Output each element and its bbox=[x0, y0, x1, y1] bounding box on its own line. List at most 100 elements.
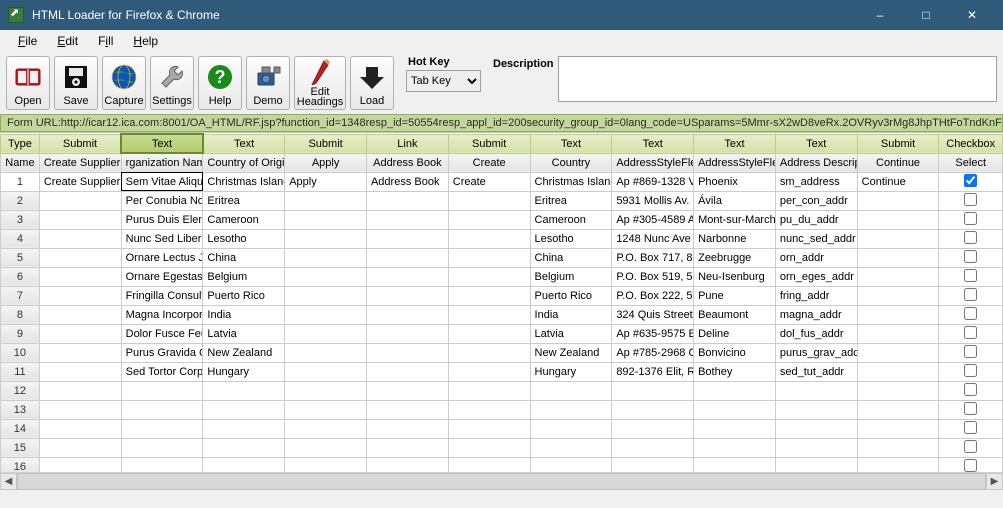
grid-cell[interactable] bbox=[366, 400, 448, 419]
grid-cell[interactable] bbox=[612, 438, 694, 457]
grid-cell[interactable] bbox=[285, 343, 367, 362]
grid-cell[interactable]: Ap #785-2968 C bbox=[612, 343, 694, 362]
grid-cell[interactable]: Dolor Fusce Feu bbox=[121, 324, 203, 343]
grid-cell[interactable] bbox=[366, 267, 448, 286]
select-checkbox-cell[interactable] bbox=[939, 419, 1003, 438]
grid-cell[interactable]: Christmas Island bbox=[530, 172, 612, 191]
row-number[interactable]: 9 bbox=[1, 324, 40, 343]
scroll-left-arrow[interactable]: ◀ bbox=[0, 473, 17, 490]
grid-cell[interactable] bbox=[39, 210, 121, 229]
select-checkbox-cell[interactable] bbox=[939, 286, 1003, 305]
grid-cell[interactable] bbox=[121, 400, 203, 419]
table-row[interactable]: 8Magna IncorporIndiaIndia324 Quis Street… bbox=[1, 305, 1003, 324]
grid-cell[interactable] bbox=[39, 267, 121, 286]
select-checkbox[interactable] bbox=[964, 421, 977, 434]
grid-cell[interactable] bbox=[366, 343, 448, 362]
grid-cell[interactable] bbox=[366, 438, 448, 457]
row-number[interactable]: 1 bbox=[1, 172, 40, 191]
row-number[interactable]: 8 bbox=[1, 305, 40, 324]
row-number[interactable]: 15 bbox=[1, 438, 40, 457]
grid-cell[interactable]: New Zealand bbox=[530, 343, 612, 362]
grid-cell[interactable] bbox=[530, 381, 612, 400]
column-name-header[interactable]: Name bbox=[1, 153, 40, 172]
grid-cell[interactable]: sed_tut_addr bbox=[775, 362, 857, 381]
grid-cell[interactable] bbox=[448, 400, 530, 419]
grid-cell[interactable]: Sed Tortor Corp bbox=[121, 362, 203, 381]
row-number[interactable]: 3 bbox=[1, 210, 40, 229]
menu-fill[interactable]: Fill bbox=[90, 32, 121, 50]
grid-cell[interactable] bbox=[285, 438, 367, 457]
column-type-header[interactable]: Submit bbox=[448, 134, 530, 153]
grid-cell[interactable]: Latvia bbox=[203, 324, 285, 343]
column-name-header[interactable]: Address Book bbox=[366, 153, 448, 172]
grid-cell[interactable]: Puerto Rico bbox=[530, 286, 612, 305]
grid-cell[interactable] bbox=[39, 343, 121, 362]
grid-cell[interactable] bbox=[285, 191, 367, 210]
grid-cell[interactable]: Phoenix bbox=[694, 172, 776, 191]
grid-cell[interactable] bbox=[285, 229, 367, 248]
horizontal-scrollbar[interactable]: ◀ ▶ bbox=[0, 472, 1003, 489]
grid-cell[interactable]: Cameroon bbox=[530, 210, 612, 229]
select-checkbox-cell[interactable] bbox=[939, 172, 1003, 191]
grid-cell[interactable]: magna_addr bbox=[775, 305, 857, 324]
column-type-header[interactable]: Text bbox=[694, 134, 776, 153]
grid-cell[interactable] bbox=[857, 210, 939, 229]
table-row[interactable]: 5Ornare Lectus JChinaChinaP.O. Box 717, … bbox=[1, 248, 1003, 267]
grid-cell[interactable]: Eritrea bbox=[530, 191, 612, 210]
grid-cell[interactable] bbox=[448, 381, 530, 400]
help-button[interactable]: ? Help bbox=[198, 56, 242, 110]
column-name-header[interactable]: Country bbox=[530, 153, 612, 172]
grid-cell[interactable] bbox=[121, 438, 203, 457]
grid-cell[interactable] bbox=[530, 400, 612, 419]
grid-cell[interactable]: Nunc Sed Liberc bbox=[121, 229, 203, 248]
grid-cell[interactable] bbox=[857, 248, 939, 267]
grid-cell[interactable] bbox=[121, 381, 203, 400]
grid-cell[interactable]: purus_grav_addr bbox=[775, 343, 857, 362]
grid-cell[interactable] bbox=[285, 419, 367, 438]
select-checkbox[interactable] bbox=[964, 364, 977, 377]
grid-cell[interactable]: sm_address bbox=[775, 172, 857, 191]
grid-cell[interactable]: Ornare Egestas bbox=[121, 267, 203, 286]
column-name-header[interactable]: Create Supplier bbox=[39, 153, 121, 172]
grid-cell[interactable] bbox=[285, 362, 367, 381]
column-type-header[interactable]: Link bbox=[366, 134, 448, 153]
maximize-button[interactable]: □ bbox=[903, 0, 949, 30]
grid-cell[interactable] bbox=[448, 438, 530, 457]
grid-cell[interactable] bbox=[694, 381, 776, 400]
grid-cell[interactable] bbox=[857, 419, 939, 438]
column-type-header[interactable]: Submit bbox=[857, 134, 939, 153]
grid-cell[interactable]: nunc_sed_addr bbox=[775, 229, 857, 248]
grid-cell[interactable] bbox=[285, 400, 367, 419]
table-row[interactable]: 2Per Conubia NoEritreaEritrea5931 Mollis… bbox=[1, 191, 1003, 210]
open-button[interactable]: Open bbox=[6, 56, 50, 110]
grid-cell[interactable]: Apply bbox=[285, 172, 367, 191]
grid-cell[interactable]: Latvia bbox=[530, 324, 612, 343]
table-row[interactable]: 9Dolor Fusce FeuLatviaLatviaAp #635-9575… bbox=[1, 324, 1003, 343]
grid-cell[interactable] bbox=[39, 400, 121, 419]
select-checkbox-cell[interactable] bbox=[939, 267, 1003, 286]
select-checkbox-cell[interactable] bbox=[939, 248, 1003, 267]
grid-cell[interactable] bbox=[448, 419, 530, 438]
column-name-header[interactable]: Create bbox=[448, 153, 530, 172]
row-number[interactable]: 7 bbox=[1, 286, 40, 305]
select-checkbox[interactable] bbox=[964, 212, 977, 225]
column-type-header[interactable]: Text bbox=[121, 134, 203, 153]
grid-cell[interactable]: Lesotho bbox=[203, 229, 285, 248]
save-button[interactable]: Save bbox=[54, 56, 98, 110]
grid-cell[interactable] bbox=[694, 419, 776, 438]
select-checkbox[interactable] bbox=[964, 459, 977, 472]
grid-cell[interactable]: P.O. Box 717, 8 bbox=[612, 248, 694, 267]
row-number[interactable]: 5 bbox=[1, 248, 40, 267]
column-type-header[interactable]: Submit bbox=[285, 134, 367, 153]
column-type-header[interactable]: Text bbox=[203, 134, 285, 153]
grid-cell[interactable] bbox=[366, 191, 448, 210]
column-name-header[interactable]: Country of Origin bbox=[203, 153, 285, 172]
grid-cell[interactable]: Ap #869-1328 V bbox=[612, 172, 694, 191]
scroll-right-arrow[interactable]: ▶ bbox=[986, 473, 1003, 490]
grid-cell[interactable]: India bbox=[203, 305, 285, 324]
column-name-header[interactable]: AddressStyleFle bbox=[612, 153, 694, 172]
grid-cell[interactable]: Belgium bbox=[203, 267, 285, 286]
menu-file[interactable]: File bbox=[10, 32, 45, 50]
select-checkbox-cell[interactable] bbox=[939, 191, 1003, 210]
grid-cell[interactable] bbox=[448, 267, 530, 286]
